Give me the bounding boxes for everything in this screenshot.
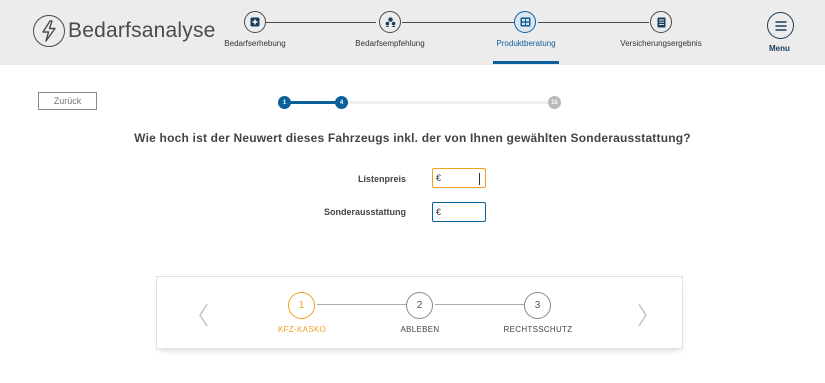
grid-icon	[520, 17, 530, 27]
plus-square-icon	[250, 17, 260, 27]
app-title: Bedarfsanalyse	[68, 19, 216, 42]
product-label-rechtsschutz[interactable]: RECHTSSCHUTZ	[504, 325, 573, 334]
product-label-kfz-kasko[interactable]: KFZ-KASKO	[278, 325, 326, 334]
menu-label[interactable]: Menu	[769, 44, 790, 53]
text-cursor	[479, 173, 480, 185]
currency-symbol: €	[436, 173, 442, 183]
progress-step-first: 1	[278, 96, 291, 109]
progress-fill	[284, 101, 341, 104]
question-text: Wie hoch ist der Neuwert dieses Fahrzeug…	[134, 131, 691, 145]
step-bedarfsempfehlung-button[interactable]	[379, 11, 401, 33]
product-step-kfz-kasko[interactable]: 1	[288, 292, 315, 319]
step-bedarfserhebung-button[interactable]	[244, 11, 266, 33]
progress-step-current: 4	[335, 96, 348, 109]
product-step-connector	[317, 304, 407, 305]
back-button[interactable]: Zurück	[38, 92, 97, 110]
hamburger-icon	[775, 20, 786, 31]
sonderausstattung-label: Sonderausstattung	[323, 207, 406, 217]
product-step-connector	[435, 304, 525, 305]
step-label-produktberatung[interactable]: Produktberatung	[496, 39, 555, 48]
next-arrow-icon[interactable]: 〉	[637, 296, 661, 331]
top-header: Bedarfsanalyse Bedarfserhebung Bedarfsem…	[0, 0, 825, 65]
app-logo[interactable]: Bedarfsanalyse	[33, 15, 216, 47]
header-step-connector	[538, 22, 649, 23]
product-step-rechtsschutz[interactable]: 3	[524, 292, 551, 319]
progress-step-total: 15	[548, 96, 561, 109]
listenpreis-label: Listenpreis	[357, 174, 406, 184]
listenpreis-input[interactable]: €	[432, 168, 486, 188]
step-label-bedarfsempfehlung[interactable]: Bedarfsempfehlung	[355, 39, 424, 48]
header-step-connector	[266, 22, 376, 23]
step-versicherungsergebnis-button[interactable]	[650, 11, 672, 33]
menu-button[interactable]	[767, 12, 794, 39]
step-label-versicherungsergebnis[interactable]: Versicherungsergebnis	[620, 39, 701, 48]
step-label-bedarfserhebung[interactable]: Bedarfserhebung	[224, 39, 285, 48]
currency-symbol: €	[436, 207, 442, 217]
lightning-circle-icon	[33, 15, 65, 47]
prev-arrow-icon[interactable]: 〈	[185, 296, 209, 331]
people-icon	[385, 17, 395, 27]
active-step-underline	[493, 61, 559, 64]
header-step-connector	[402, 22, 514, 23]
product-label-ableben[interactable]: ABLEBEN	[400, 325, 439, 334]
sonderausstattung-input[interactable]: €	[432, 202, 486, 222]
product-stepper-card: 〈 〉 1 KFZ-KASKO 2 ABLEBEN 3 RECHTSSCHUTZ	[156, 276, 683, 349]
document-icon	[657, 17, 665, 27]
step-produktberatung-button[interactable]	[514, 11, 536, 33]
product-step-ableben[interactable]: 2	[406, 292, 433, 319]
